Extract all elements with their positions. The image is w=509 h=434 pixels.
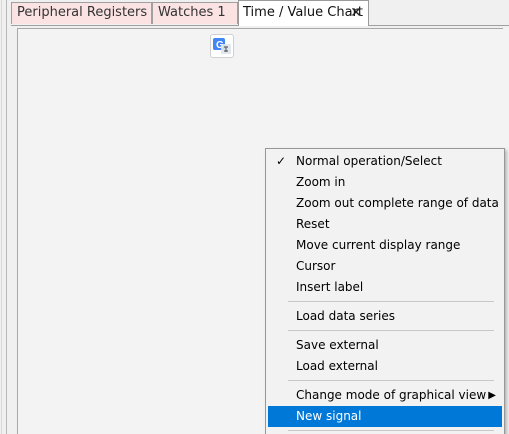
menu-item-label: Reset <box>296 217 330 231</box>
menu-item-label: Insert label <box>296 280 364 294</box>
submenu-arrow-icon: ▶ <box>488 390 496 401</box>
menu-separator <box>288 330 494 331</box>
menu-item-label: Change mode of graphical view <box>296 388 487 402</box>
menu-separator <box>288 430 494 431</box>
menu-item-label: Zoom in <box>296 175 346 189</box>
menu-item-zoom-out[interactable]: Zoom out complete range of data <box>268 193 502 214</box>
app-window: Peripheral Registers Watches 1 Time / Va… <box>0 0 509 434</box>
menu-item-load-external[interactable]: Load external <box>268 356 502 377</box>
tab-label: Peripheral Registers <box>17 5 148 20</box>
menu-item-label: Move current display range <box>296 238 461 252</box>
menu-item-normal-operation[interactable]: ✓ Normal operation/Select <box>268 151 502 172</box>
menu-item-label: Load data series <box>296 309 395 323</box>
menu-separator <box>288 301 494 302</box>
menu-item-insert-label[interactable]: Insert label <box>268 277 502 298</box>
menu-item-cursor[interactable]: Cursor <box>268 256 502 277</box>
menu-item-label: Normal operation/Select <box>296 154 442 168</box>
menu-item-label: Save external <box>296 338 379 352</box>
tab-label: Watches 1 <box>158 5 226 20</box>
left-splitter[interactable] <box>0 0 7 434</box>
menu-item-label: Cursor <box>296 259 336 273</box>
tab-watches-1[interactable]: Watches 1 <box>152 2 238 24</box>
menu-item-load-data-series[interactable]: Load data series <box>268 306 502 327</box>
menu-item-reset[interactable]: Reset <box>268 214 502 235</box>
menu-item-save-external[interactable]: Save external <box>268 335 502 356</box>
splitter-line <box>1 0 2 434</box>
tab-peripheral-registers[interactable]: Peripheral Registers <box>11 2 152 24</box>
checkmark-icon: ✓ <box>276 154 287 168</box>
menu-item-label: New signal <box>296 409 362 423</box>
close-icon[interactable]: ✕ <box>350 1 362 25</box>
tab-time-value-chart[interactable]: Time / Value Chart ✕ <box>238 0 369 26</box>
menu-item-move-display-range[interactable]: Move current display range <box>268 235 502 256</box>
context-menu: ✓ Normal operation/Select Zoom in Zoom o… <box>265 148 505 434</box>
menu-item-label: Zoom out complete range of data <box>296 196 499 210</box>
menu-separator <box>288 380 494 381</box>
menu-item-new-signal[interactable]: New signal <box>268 406 502 427</box>
translate-glyph: G <box>213 38 231 54</box>
tab-label: Time / Value Chart <box>243 5 364 20</box>
menu-item-label: Load external <box>296 359 378 373</box>
menu-item-change-graphical-view[interactable]: Change mode of graphical view ▶ <box>268 385 502 406</box>
google-translate-icon[interactable]: G <box>210 34 234 58</box>
menu-item-zoom-in[interactable]: Zoom in <box>268 172 502 193</box>
